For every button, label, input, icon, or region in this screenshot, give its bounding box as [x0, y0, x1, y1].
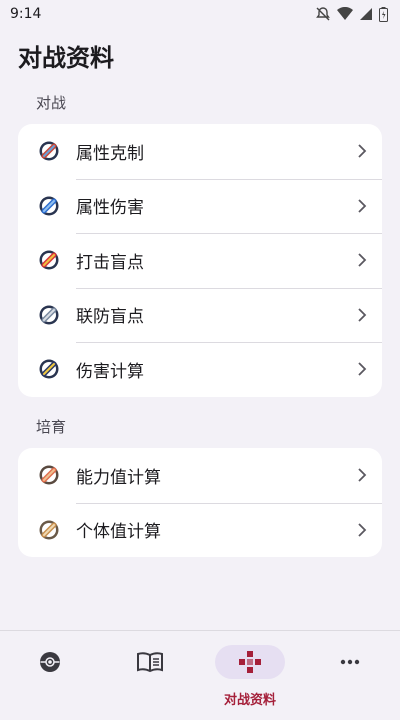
chevron-right-icon: [358, 199, 367, 213]
nav-icon-container: [315, 645, 385, 679]
battle-icon: [239, 651, 261, 673]
wifi-icon: [337, 7, 353, 20]
nav-icon-container: [15, 645, 85, 679]
nav-item-battle-data[interactable]: 对战资料: [200, 631, 300, 720]
chevron-right-icon: [358, 362, 367, 376]
list-item-iv-calc[interactable]: 个体值计算: [18, 502, 382, 558]
list-item-label: 属性伤害: [76, 198, 144, 219]
status-icons: [315, 6, 388, 22]
nav-label: 对战资料: [223, 693, 276, 708]
book-icon: [137, 652, 163, 673]
ball-icon: [39, 359, 59, 379]
list-item-defense-blindspot[interactable]: 联防盲点: [18, 287, 382, 343]
status-time: 9:14: [10, 6, 42, 22]
bottom-nav: 对战资料: [0, 630, 400, 720]
signal-icon: [360, 8, 372, 20]
list-item-damage-calc[interactable]: 伤害计算: [18, 342, 382, 397]
list-item-type-damage[interactable]: 属性伤害: [18, 178, 382, 234]
section-title-training: 培育: [36, 418, 67, 436]
pokeball-icon: [40, 652, 60, 672]
page-title: 对战资料: [18, 44, 114, 72]
list-item-label: 能力值计算: [76, 467, 161, 488]
ball-icon: [39, 520, 59, 540]
nav-icon-container: [115, 645, 185, 679]
battle-card: 属性克制 属性伤害 打击盲点 联防盲点 伤害计算: [18, 124, 382, 397]
notifications-off-icon: [316, 7, 330, 21]
list-item-offense-blindspot[interactable]: 打击盲点: [18, 233, 382, 288]
list-item-label: 伤害计算: [76, 361, 144, 382]
nav-item-pokedex[interactable]: [0, 631, 100, 720]
section-title-battle: 对战: [36, 94, 67, 112]
training-card: 能力值计算 个体值计算: [18, 448, 382, 557]
ball-icon: [39, 250, 59, 270]
ball-icon: [39, 465, 59, 485]
ball-icon: [39, 305, 59, 325]
chevron-right-icon: [358, 308, 367, 322]
ball-icon: [39, 141, 59, 161]
list-item-label: 联防盲点: [76, 307, 144, 328]
chevron-right-icon: [358, 144, 367, 158]
chevron-right-icon: [358, 468, 367, 482]
battery-icon: [379, 6, 388, 22]
chevron-right-icon: [358, 523, 367, 537]
more-icon: [340, 659, 360, 665]
nav-item-guide[interactable]: [100, 631, 200, 720]
list-item-type-chart[interactable]: 属性克制: [18, 124, 382, 179]
status-bar: 9:14: [0, 0, 400, 28]
list-item-stat-calc[interactable]: 能力值计算: [18, 448, 382, 503]
list-item-label: 个体值计算: [76, 522, 161, 543]
nav-icon-container: [215, 645, 285, 679]
chevron-right-icon: [358, 253, 367, 267]
ball-icon: [39, 196, 59, 216]
list-item-label: 打击盲点: [76, 252, 144, 273]
nav-item-more[interactable]: [300, 631, 400, 720]
list-item-label: 属性克制: [76, 143, 144, 164]
